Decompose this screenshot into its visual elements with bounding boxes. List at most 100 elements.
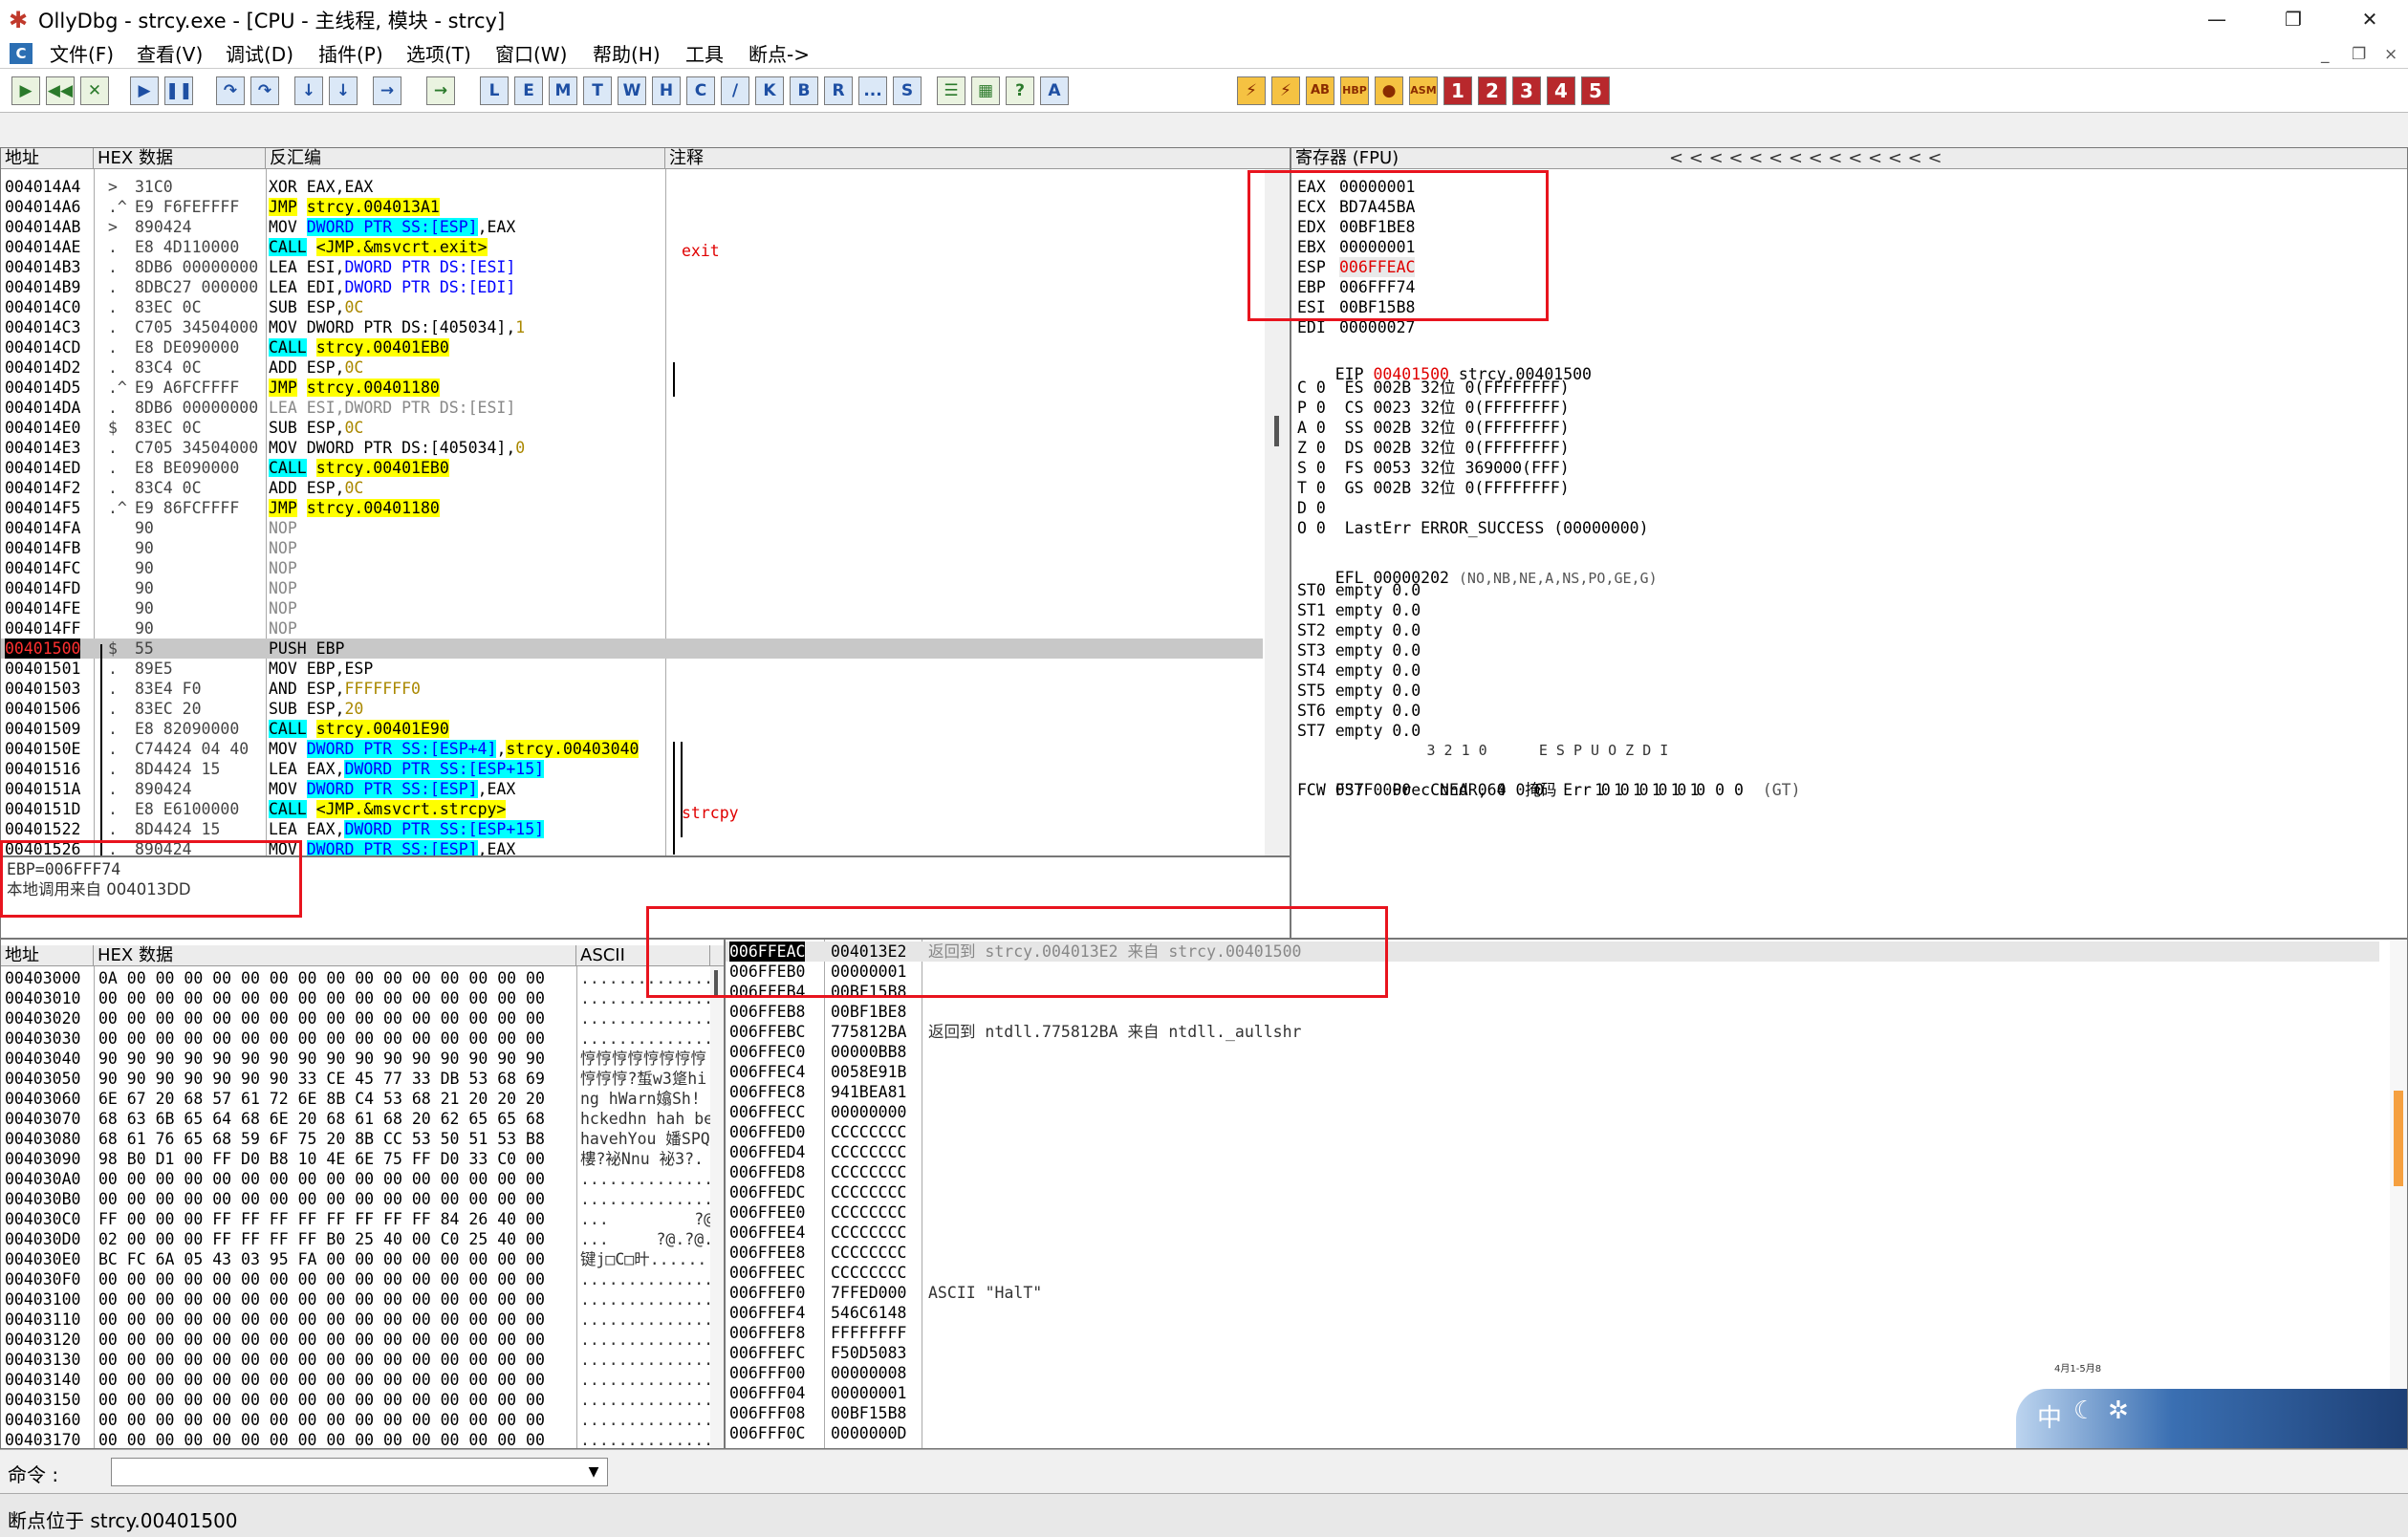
disasm-instruction[interactable]: SUB ESP,0C (269, 418, 363, 438)
dump-scrollbar[interactable] (710, 966, 724, 1448)
dump-address[interactable]: 00403100 (5, 1289, 80, 1310)
disasm-address[interactable]: 004014F5 (5, 498, 80, 518)
disasm-address[interactable]: 004014E0 (5, 418, 80, 438)
pause-icon[interactable]: ❚❚ (164, 76, 193, 105)
stack-value[interactable]: CCCCCCCC (831, 1162, 906, 1182)
dump-row[interactable]: 004030B0 00 00 00 00 00 00 00 00 00 00 00… (1, 1189, 724, 1209)
dump-address[interactable]: 00403070 (5, 1109, 80, 1129)
dump-row[interactable]: 00403080 68 61 76 65 68 59 6F 75 20 8B CC… (1, 1129, 720, 1149)
disasm-address[interactable]: 00401503 (5, 679, 80, 699)
stack-value[interactable]: 00BF1BE8 (831, 1002, 906, 1022)
disasm-instruction[interactable]: MOV DWORD PTR SS:[ESP],EAX (269, 217, 515, 237)
stack-address[interactable]: 006FFEEC (729, 1263, 805, 1283)
disasm-instruction[interactable]: CALL strcy.00401EB0 (269, 337, 449, 357)
stack-address[interactable]: 006FFEB8 (729, 1002, 805, 1022)
references-button[interactable]: R (824, 76, 853, 105)
stack-value[interactable]: CCCCCCCC (831, 1223, 906, 1243)
disasm-instruction[interactable]: NOP (269, 618, 297, 639)
dump-hex[interactable]: 00 00 00 00 00 00 00 00 00 00 00 00 00 0… (98, 1410, 545, 1430)
disasm-instruction[interactable]: MOV DWORD PTR DS:[405034],1 (269, 317, 525, 337)
stack-address[interactable]: 006FFEC0 (729, 1042, 805, 1062)
stack-value[interactable]: FFFFFFFF (831, 1323, 906, 1343)
disasm-row[interactable]: 004014FE 90 NOP (1, 598, 1263, 618)
disasm-address[interactable]: 004014D5 (5, 378, 80, 398)
stack-value[interactable]: CCCCCCCC (831, 1182, 906, 1202)
dump-row[interactable]: 00403020 00 00 00 00 00 00 00 00 00 00 00… (1, 1008, 724, 1028)
disasm-address[interactable]: 0040150E (5, 739, 80, 759)
bookmark-5-button[interactable]: 5 (1581, 76, 1610, 105)
open-icon[interactable]: ▶ (11, 76, 40, 105)
disasm-row[interactable]: 0040150E. C74424 04 40 MOV DWORD PTR SS:[E… (1, 739, 1263, 759)
bookmark-3-button[interactable]: 3 (1512, 76, 1541, 105)
disasm-instruction[interactable]: MOV DWORD PTR DS:[405034],0 (269, 438, 525, 458)
dump-row[interactable]: 00403170 00 00 00 00 00 00 00 00 00 00 00… (1, 1430, 724, 1448)
stack-value[interactable]: 00000008 (831, 1363, 906, 1383)
disasm-address[interactable]: 00401500 (5, 639, 81, 659)
disasm-row[interactable]: 004014FC 90 NOP (1, 558, 1263, 578)
stack-address[interactable]: 006FFEE8 (729, 1243, 805, 1263)
ime-indicator[interactable]: 中 (2037, 1398, 2062, 1434)
stack-value[interactable]: 00000000 (831, 1102, 906, 1122)
dump-row[interactable]: 004030A0 00 00 00 00 00 00 00 00 00 00 00… (1, 1169, 724, 1189)
dump-row[interactable]: 00403100 00 00 00 00 00 00 00 00 00 00 00… (1, 1289, 724, 1310)
disasm-row[interactable]: 00401501. 89E5 MOV EBP,ESP (1, 659, 1263, 679)
execute-till-return-icon[interactable]: → (373, 76, 401, 105)
dump-hex[interactable]: FF 00 00 00 FF FF FF FF FF FF FF FF 84 2… (98, 1209, 545, 1229)
source-button[interactable]: S (893, 76, 922, 105)
stack-address[interactable]: 006FFF00 (729, 1363, 805, 1383)
menu-view[interactable]: 查看(V) (137, 40, 203, 69)
trace-into-icon[interactable]: ↓ (294, 76, 323, 105)
disasm-instruction[interactable]: NOP (269, 518, 297, 538)
stack-pane[interactable]: 006FFEAC 004013E2 返回到 strcy.004013E2 来自 st… (725, 939, 2408, 1449)
stack-value[interactable]: CCCCCCCC (831, 1142, 906, 1162)
disasm-instruction[interactable]: CALL <JMP.&msvcrt.exit> (269, 237, 488, 257)
stack-address[interactable]: 006FFEE4 (729, 1223, 805, 1243)
fpu-row[interactable]: ST1 empty 0.0 (1297, 600, 1871, 620)
dump-address[interactable]: 00403090 (5, 1149, 80, 1169)
dump-address[interactable]: 00403040 (5, 1049, 80, 1069)
disasm-instruction[interactable]: JMP strcy.004013A1 (269, 197, 440, 217)
disasm-instruction[interactable]: NOP (269, 598, 297, 618)
dump-row[interactable]: 00403140 00 00 00 00 00 00 00 00 00 00 00… (1, 1370, 724, 1390)
disasm-row[interactable]: 00401503. 83E4 F0 AND ESP,FFFFFFF0 (1, 679, 1263, 699)
bookmark-4-button[interactable]: 4 (1547, 76, 1575, 105)
dump-row[interactable]: 00403160 00 00 00 00 00 00 00 00 00 00 00… (1, 1410, 724, 1430)
menu-file[interactable]: 文件(F) (50, 40, 114, 69)
stack-row[interactable]: 006FFEF4 546C6148 (726, 1303, 2379, 1323)
col-hex[interactable]: HEX 数据 (94, 148, 266, 169)
go-to-icon[interactable]: → (426, 76, 455, 105)
stack-row[interactable]: 006FFEDC CCCCCCCC (726, 1182, 2379, 1202)
disasm-row[interactable]: 004014FB 90 NOP (1, 538, 1263, 558)
disasm-address[interactable]: 004014FA (5, 518, 80, 538)
disasm-address[interactable]: 004014C0 (5, 297, 80, 317)
dump-rows[interactable]: 00403000 0A 00 00 00 00 00 00 00 00 00 00… (1, 968, 724, 1448)
disasm-instruction[interactable]: MOV EBP,ESP (269, 659, 373, 679)
hardware-breakpoint-icon[interactable]: HBP (1340, 76, 1369, 105)
disasm-row[interactable]: 0040151D. E8 E6100000 CALL <JMP.&msvcrt.st… (1, 799, 1263, 819)
mdi-close-button[interactable]: × (2384, 40, 2397, 69)
dump-address[interactable]: 00403160 (5, 1410, 80, 1430)
stack-row[interactable]: 006FFED4 CCCCCCCC (726, 1142, 2379, 1162)
dump-address[interactable]: 00403120 (5, 1330, 80, 1350)
disasm-address[interactable]: 004014AE (5, 237, 80, 257)
menu-help[interactable]: 帮助(H) (593, 40, 661, 69)
plugin-1-icon[interactable]: ⚡ (1237, 76, 1266, 105)
disasm-row[interactable]: 00401509. E8 82090000 CALL strcy.00401E90 (1, 719, 1263, 739)
stack-row[interactable]: 006FFEF0 7FFED000 ASCII "HalT" (726, 1283, 2379, 1303)
dump-row[interactable]: 00403030 00 00 00 00 00 00 00 00 00 00 00… (1, 1028, 724, 1049)
stack-address[interactable]: 006FFEC8 (729, 1082, 805, 1102)
flag-row[interactable]: O 0 LastErr ERROR_SUCCESS (00000000) (1297, 518, 2062, 538)
disasm-address[interactable]: 004014D2 (5, 357, 80, 378)
fcw-row[interactable]: FCW 037F Prec NEAR,64 掩码 1 1 1 1 1 1 (1297, 780, 1699, 800)
plugin-ab-icon[interactable]: AB (1306, 76, 1334, 105)
disasm-address[interactable]: 004014C3 (5, 317, 80, 337)
stack-value[interactable]: 775812BA (831, 1022, 906, 1042)
stack-row[interactable]: 006FFEB8 00BF1BE8 (726, 1002, 2379, 1022)
stack-row[interactable]: 006FFF00 00000008 (726, 1363, 2379, 1383)
dump-row[interactable]: 00403120 00 00 00 00 00 00 00 00 00 00 00… (1, 1330, 724, 1350)
call-stack-button[interactable]: K (755, 76, 784, 105)
stack-address[interactable]: 006FFEFC (729, 1343, 805, 1363)
dump-hex[interactable]: 6E 67 20 68 57 61 72 6E 8B C4 53 68 21 2… (98, 1089, 545, 1109)
flag-row[interactable]: S 0 FS 0053 32位 369000(FFF) (1297, 458, 2062, 478)
col-disassembly[interactable]: 反汇编 (266, 148, 665, 169)
